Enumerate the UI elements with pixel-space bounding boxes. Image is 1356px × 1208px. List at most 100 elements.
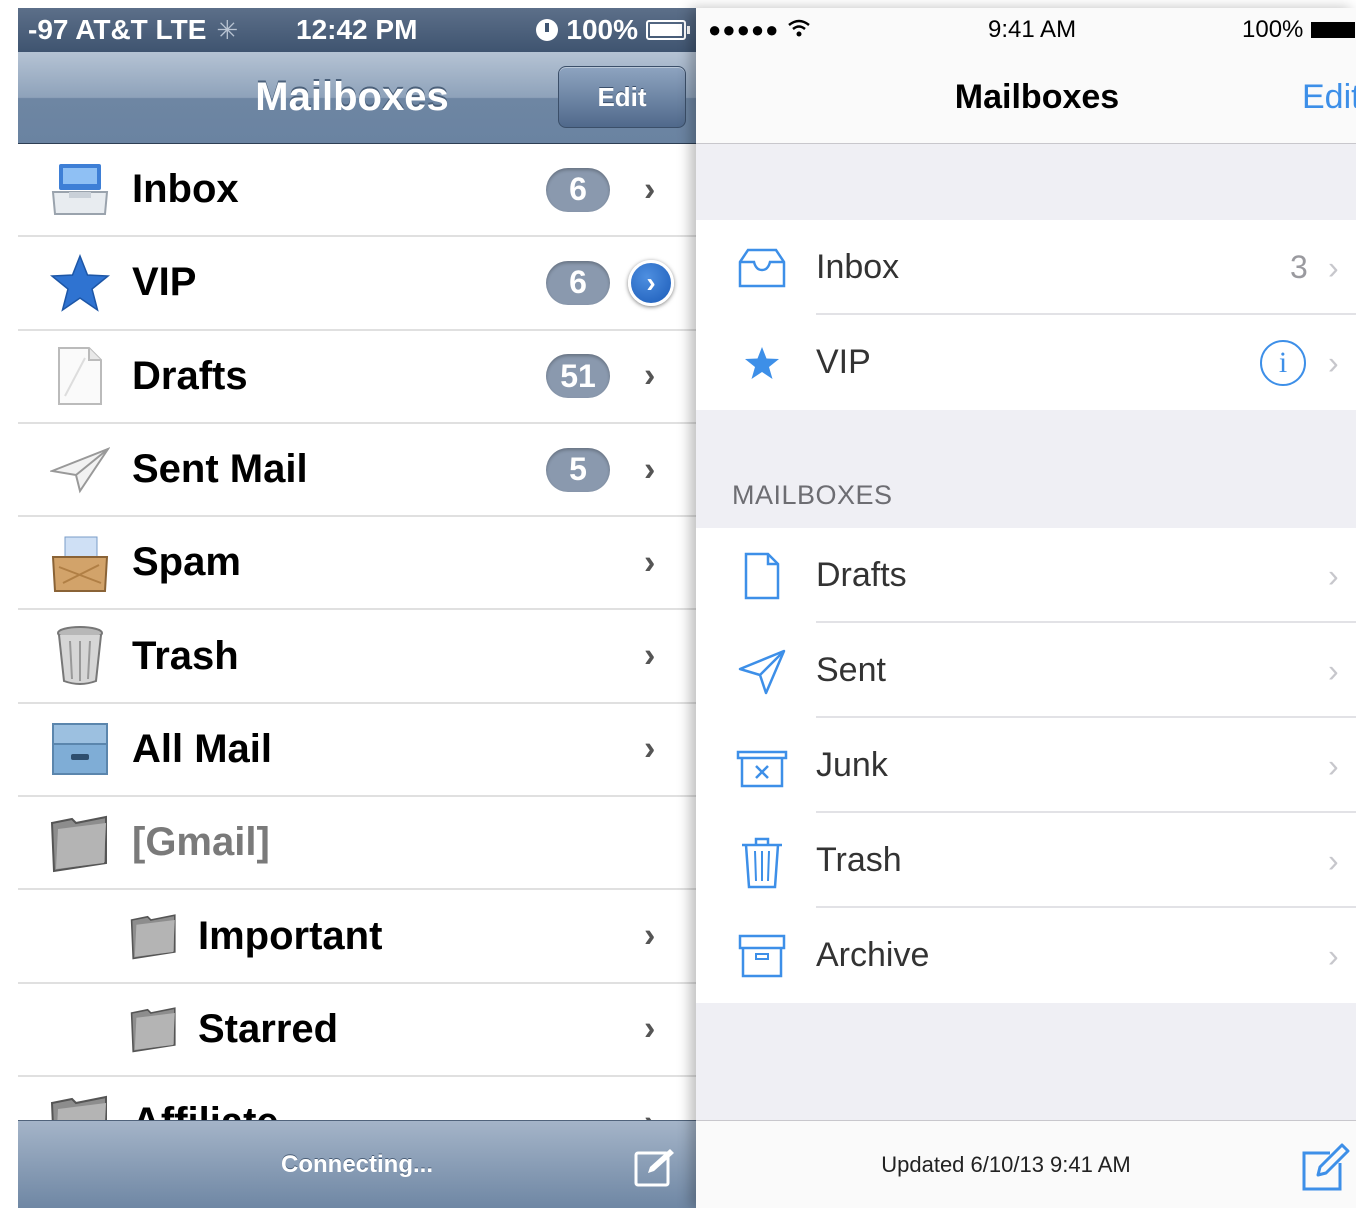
inbox-tray-icon xyxy=(50,160,110,220)
chevron-right-icon: › xyxy=(644,636,656,675)
mailbox-row-inbox[interactable]: Inbox 3 › xyxy=(696,220,1356,315)
mailbox-row-junk[interactable]: Junk › xyxy=(696,718,1356,813)
mailbox-row-trash[interactable]: Trash › xyxy=(696,813,1356,908)
mailbox-label: All Mail xyxy=(132,726,273,771)
mailbox-label: Sent Mail xyxy=(132,447,308,492)
chevron-right-icon: › xyxy=(644,450,656,489)
ios7-navigation-bar: Mailboxes Edit xyxy=(696,52,1356,144)
mailbox-label: Starred xyxy=(198,1006,339,1051)
signal-dots-icon: ●●●●● xyxy=(708,17,780,42)
mailbox-label: VIP xyxy=(816,343,871,381)
mailbox-label: VIP xyxy=(132,260,197,305)
ios7-mailboxes-group: Drafts › Sent › Junk › Trash › Archive › xyxy=(696,528,1356,1003)
inbox-tray-icon xyxy=(736,242,788,294)
alarm-clock-icon xyxy=(536,19,559,41)
mailbox-label: Archive xyxy=(816,936,930,974)
mailbox-label: Junk xyxy=(816,746,888,784)
mailbox-row-starred[interactable]: Starred › xyxy=(18,984,696,1077)
chevron-right-icon: › xyxy=(1328,652,1339,688)
wifi-icon xyxy=(787,16,811,44)
spam-box-icon xyxy=(50,533,110,593)
chevron-right-icon: › xyxy=(1328,747,1339,783)
chevron-right-icon: › xyxy=(644,356,656,395)
mailbox-label: Inbox xyxy=(132,167,239,212)
ios6-bottom-toolbar: Connecting... xyxy=(18,1120,696,1208)
edit-button[interactable]: Edit xyxy=(1302,78,1356,117)
archive-box-icon xyxy=(736,930,788,982)
mailbox-label: Drafts xyxy=(132,353,248,398)
edit-button[interactable]: Edit xyxy=(558,66,686,128)
unread-badge: 5 xyxy=(546,447,610,492)
section-header: MAILBOXES xyxy=(732,480,893,510)
update-status: Updated 6/10/13 9:41 AM xyxy=(881,1151,1131,1177)
unread-badge: 6 xyxy=(546,260,610,305)
chevron-right-icon: › xyxy=(1328,557,1339,593)
ios7-status-bar: ●●●●● 9:41 AM 100% xyxy=(696,8,1356,52)
chevron-right-icon: › xyxy=(644,543,656,582)
ios6-status-bar: -97 AT&T LTE ✳ 12:42 PM 100% xyxy=(18,8,696,52)
paper-plane-icon xyxy=(50,440,110,500)
paper-plane-icon xyxy=(736,645,788,697)
mailbox-row-all-mail[interactable]: All Mail › xyxy=(18,704,696,798)
battery-icon xyxy=(1311,22,1356,38)
mailbox-row-important[interactable]: Important › xyxy=(18,890,696,984)
battery-icon xyxy=(646,20,690,40)
trash-can-icon xyxy=(50,626,110,686)
unread-badge: 6 xyxy=(546,167,610,212)
mailbox-label: Trash xyxy=(816,841,902,879)
activity-spinner-icon: ✳ xyxy=(216,14,239,45)
mailbox-row-drafts[interactable]: Drafts › xyxy=(696,528,1356,623)
page-title: Mailboxes xyxy=(255,75,449,119)
star-icon xyxy=(736,337,788,389)
mailbox-label: Spam xyxy=(132,540,241,585)
status-time: 12:42 PM xyxy=(296,14,418,45)
mailbox-row-gmail-folder[interactable]: [Gmail] xyxy=(18,797,696,891)
mailbox-row-sent-mail[interactable]: Sent Mail 5 › xyxy=(18,424,696,518)
folder-icon xyxy=(130,1005,178,1053)
chevron-right-icon: › xyxy=(644,916,656,955)
chevron-right-icon: › xyxy=(644,170,656,209)
connection-status: Connecting... xyxy=(281,1150,433,1178)
ios7-favorites-group: Inbox 3 › VIP i › xyxy=(696,220,1356,410)
ios6-navigation-bar: Mailboxes Edit xyxy=(18,52,696,144)
chevron-right-icon: › xyxy=(1328,344,1339,380)
ios7-bottom-toolbar: Updated 6/10/13 9:41 AM xyxy=(696,1120,1356,1208)
compose-icon[interactable] xyxy=(1300,1143,1350,1193)
mailbox-row-trash[interactable]: Trash › xyxy=(18,610,696,704)
draft-document-icon xyxy=(50,346,110,406)
chevron-right-icon: › xyxy=(1328,842,1339,878)
ios7-mail-screen: ●●●●● 9:41 AM 100% Mailboxes Edit Inbox … xyxy=(696,8,1356,1208)
chevron-right-icon: › xyxy=(1328,249,1339,285)
battery-percent: 100% xyxy=(566,14,638,45)
mailbox-row-vip[interactable]: VIP i › xyxy=(696,315,1356,410)
mailbox-label: Inbox xyxy=(816,248,900,286)
detail-disclosure-button[interactable]: › xyxy=(628,259,674,306)
compose-icon[interactable] xyxy=(634,1147,676,1187)
ios6-mail-screen: -97 AT&T LTE ✳ 12:42 PM 100% Mailboxes E… xyxy=(18,8,696,1208)
star-icon xyxy=(50,253,110,313)
mailbox-label: Sent xyxy=(816,651,886,689)
info-icon[interactable]: i xyxy=(1260,339,1306,386)
mailbox-label: Trash xyxy=(132,633,239,678)
folder-icon xyxy=(50,813,110,873)
battery-percent: 100% xyxy=(1242,16,1304,43)
mailbox-row-spam[interactable]: Spam › xyxy=(18,517,696,611)
mailbox-row-archive[interactable]: Archive › xyxy=(696,908,1356,1003)
trash-can-icon xyxy=(736,835,788,888)
mailbox-row-inbox[interactable]: Inbox 6 › xyxy=(18,144,696,238)
junk-box-icon xyxy=(736,740,788,792)
mailbox-row-vip[interactable]: VIP 6 › xyxy=(18,237,696,331)
chevron-right-icon: › xyxy=(644,1009,656,1048)
mailbox-row-drafts[interactable]: Drafts 51 › xyxy=(18,331,696,424)
carrier-signal: -97 AT&T LTE xyxy=(28,14,207,45)
page-title: Mailboxes xyxy=(954,78,1120,116)
chevron-right-icon: › xyxy=(1328,937,1339,973)
mailbox-label: Important xyxy=(198,913,383,958)
status-time: 9:41 AM xyxy=(988,16,1077,43)
ios6-mailbox-list: Inbox 6 › VIP 6 › Drafts 51 › Sent Mail … xyxy=(18,144,696,1171)
archive-box-icon xyxy=(50,719,110,779)
mailbox-row-sent[interactable]: Sent › xyxy=(696,623,1356,718)
mailbox-label: Drafts xyxy=(816,556,907,594)
unread-count: 3 xyxy=(1290,249,1308,285)
folder-icon xyxy=(130,912,178,960)
